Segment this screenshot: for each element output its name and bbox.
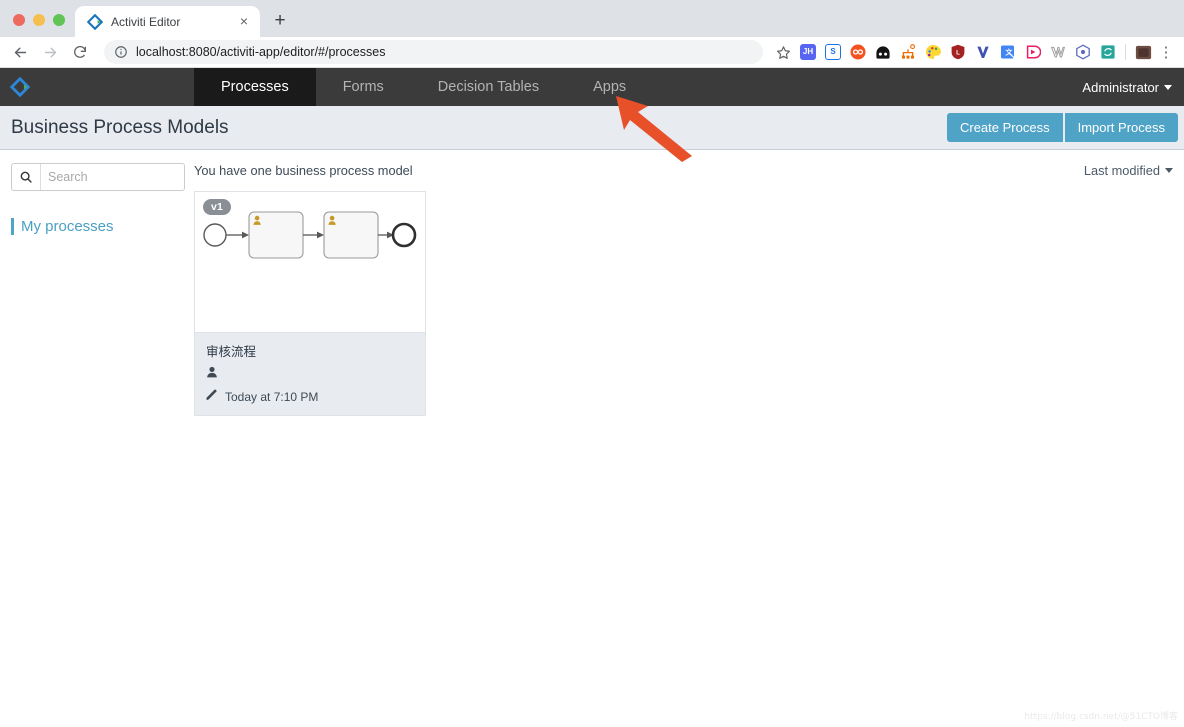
dark-reader-extension-icon[interactable]	[871, 40, 895, 64]
chevron-down-icon	[1164, 84, 1172, 90]
jh-extension-icon[interactable]: JH	[796, 40, 820, 64]
watermark: https://blog.csdn.net/@51CTO博客	[1024, 712, 1178, 722]
sitemap-extension-icon[interactable]	[896, 40, 920, 64]
screen: Activiti Editor × + localhost:8080/activ…	[0, 0, 1184, 727]
sort-dropdown-label: Last modified	[1083, 163, 1160, 178]
nav-tab-forms[interactable]: Forms	[316, 68, 411, 106]
sync-extension-icon[interactable]	[1096, 40, 1120, 64]
address-bar[interactable]: localhost:8080/activiti-app/editor/#/pro…	[104, 40, 763, 64]
process-card-name: 审核流程	[206, 344, 257, 359]
chevron-down-icon	[1165, 168, 1173, 173]
bpmn-end-event	[391, 222, 417, 248]
activiti-logo-icon[interactable]	[0, 68, 40, 106]
create-process-button[interactable]: Create Process	[946, 113, 1063, 142]
window-maximize-button[interactable]	[53, 14, 65, 26]
main-header-row: You have one business process model Last…	[194, 163, 1179, 178]
info-circle-icon[interactable]	[114, 45, 128, 59]
process-card-modified-row: Today at 7:10 PM	[206, 388, 415, 406]
nav-tab-processes[interactable]: Processes	[194, 68, 316, 106]
app-body: My processes You have one business proce…	[0, 150, 1184, 725]
bpmn-diagram	[203, 211, 417, 259]
svg-text:L: L	[956, 49, 960, 56]
window-minimize-button[interactable]	[33, 14, 45, 26]
back-button[interactable]	[6, 38, 34, 66]
search-box[interactable]	[11, 163, 185, 191]
v-extension-icon[interactable]	[971, 40, 995, 64]
browser-tab-strip: Activiti Editor × +	[0, 0, 1184, 37]
nav-tab-forms-label: Forms	[342, 79, 384, 95]
translate-extension-icon[interactable]: 文	[996, 40, 1020, 64]
nav-tab-decision-tables-label: Decision Tables	[437, 79, 540, 95]
sidebar: My processes	[0, 150, 194, 725]
person-icon	[206, 365, 218, 383]
user-menu[interactable]: Administrator	[1082, 68, 1184, 106]
close-icon[interactable]: ×	[236, 13, 252, 30]
activiti-diamond-icon	[86, 13, 104, 30]
palette-extension-icon[interactable]	[921, 40, 945, 64]
lastpass-extension-icon[interactable]: L	[946, 40, 970, 64]
nav-tab-apps-label: Apps	[593, 79, 627, 95]
s-extension-icon[interactable]: S	[821, 40, 845, 64]
header-actions: Create Process Import Process	[946, 113, 1178, 142]
user-menu-label: Administrator	[1082, 79, 1159, 95]
sidebar-item-my-processes-label: My processes	[21, 218, 114, 235]
search-input[interactable]	[41, 164, 184, 190]
process-card-footer: 审核流程 Today at 7:10 PM	[195, 332, 425, 415]
reload-button[interactable]	[66, 38, 94, 66]
star-icon[interactable]	[771, 40, 795, 64]
version-badge: v1	[203, 199, 232, 215]
sidebar-item-my-processes[interactable]: My processes	[11, 218, 185, 235]
app-nav-tabs: Processes Forms Decision Tables Apps	[194, 68, 653, 106]
browser-toolbar: localhost:8080/activiti-app/editor/#/pro…	[0, 37, 1184, 68]
page-title: Business Process Models	[11, 116, 229, 138]
process-diagram-thumbnail: v1	[195, 192, 425, 332]
infinity-extension-icon[interactable]	[846, 40, 870, 64]
cube-extension-icon[interactable]	[1071, 40, 1095, 64]
window-close-button[interactable]	[13, 14, 25, 26]
model-count-text: You have one business process model	[194, 163, 413, 178]
window-controls	[0, 14, 75, 37]
search-icon	[12, 164, 41, 190]
browser-tab-activiti-editor[interactable]: Activiti Editor ×	[75, 6, 260, 37]
new-tab-button[interactable]: +	[266, 7, 294, 35]
kebab-menu-icon[interactable]: ⋮	[1156, 45, 1176, 60]
process-model-card[interactable]: v1 审核流程 Today at 7:10 PM	[194, 191, 426, 416]
page-header: Business Process Models Create Process I…	[0, 106, 1184, 150]
sort-dropdown[interactable]: Last modified	[1084, 163, 1173, 178]
address-bar-url: localhost:8080/activiti-app/editor/#/pro…	[136, 45, 386, 59]
app-navigation-bar: Processes Forms Decision Tables Apps Adm…	[0, 68, 1184, 106]
process-card-modified: Today at 7:10 PM	[225, 390, 319, 404]
browser-toolbar-icons: JH S L 文 ⋮	[771, 40, 1176, 64]
bpmn-start-event	[203, 223, 227, 247]
main-content: You have one business process model Last…	[194, 150, 1184, 725]
nav-tab-processes-label: Processes	[221, 79, 289, 95]
forward-button[interactable]	[36, 38, 64, 66]
toolbar-divider	[1125, 44, 1126, 60]
nav-tab-decision-tables[interactable]: Decision Tables	[411, 68, 566, 106]
process-card-author-row	[206, 365, 415, 383]
nav-tab-apps[interactable]: Apps	[566, 68, 653, 106]
w-extension-icon[interactable]	[1046, 40, 1070, 64]
import-process-button[interactable]: Import Process	[1064, 113, 1178, 142]
user-avatar-icon[interactable]	[1131, 40, 1155, 64]
play-extension-icon[interactable]	[1021, 40, 1045, 64]
browser-tab-title: Activiti Editor	[111, 14, 181, 29]
pencil-icon	[206, 388, 218, 406]
